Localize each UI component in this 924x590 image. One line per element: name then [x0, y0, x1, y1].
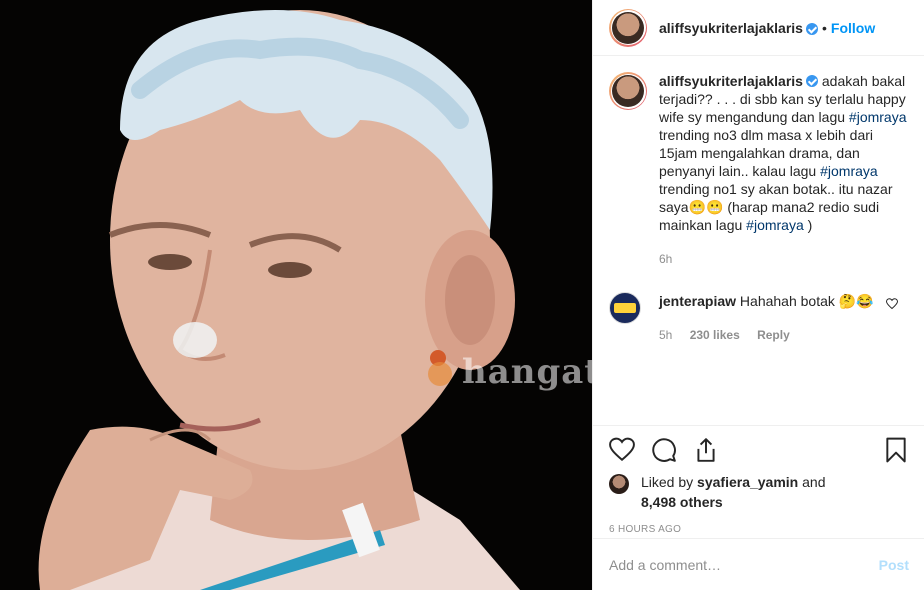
separator-dot: •	[821, 19, 827, 36]
commenter-avatar[interactable]	[609, 292, 641, 324]
post-image	[38, 10, 520, 590]
hashtag-link[interactable]: #jomraya	[849, 109, 907, 125]
caption: aliffsyukriterlajaklaris adakah bakal te…	[609, 72, 908, 268]
verified-badge-icon	[805, 22, 818, 35]
likes-summary: Liked by syafiera_yamin and 8,498 others	[609, 472, 909, 512]
post-comment-button[interactable]: Post	[879, 557, 909, 573]
caption-time[interactable]: 6h	[659, 252, 672, 266]
likes-text: Liked by syafiera_yamin and 8,498 others	[641, 472, 825, 512]
watermark-logo-icon	[428, 362, 452, 386]
comment-input[interactable]	[609, 556, 879, 573]
caption-part: )	[803, 217, 813, 233]
caption-avatar[interactable]	[609, 72, 647, 110]
likes-others[interactable]: 8,498 others	[641, 494, 723, 510]
comment-text: Hahahah botak 🤔😂	[739, 293, 874, 309]
author-username[interactable]: aliffsyukriterlajaklaris	[659, 20, 803, 36]
post-timestamp[interactable]: 6 HOURS AGO	[609, 524, 909, 535]
likes-prefix: Liked by	[641, 474, 698, 490]
bookmark-icon[interactable]	[883, 437, 909, 463]
share-icon[interactable]	[693, 437, 719, 463]
reply-button[interactable]: Reply	[757, 328, 790, 342]
hashtag-link[interactable]: #jomraya	[820, 163, 878, 179]
action-icons	[609, 432, 909, 468]
caption-meta: 6h	[659, 250, 908, 268]
add-comment-bar: Post	[593, 538, 924, 590]
hashtag-link[interactable]: #jomraya	[746, 217, 804, 233]
author-avatar[interactable]	[609, 8, 647, 47]
follow-button[interactable]: Follow	[831, 20, 875, 36]
comment-like-heart-icon[interactable]	[886, 298, 898, 310]
verified-badge-icon	[805, 75, 818, 87]
comment-meta: 5h 230 likes Reply	[659, 326, 874, 344]
likes-middle: and	[798, 474, 826, 490]
caption-body: aliffsyukriterlajaklaris adakah bakal te…	[659, 72, 908, 268]
comment-body: jenterapiaw Hahahah botak 🤔😂 5h 230 like…	[659, 292, 874, 344]
caption-text: aliffsyukriterlajaklaris adakah bakal te…	[659, 72, 908, 234]
liker-avatar[interactable]	[609, 474, 629, 494]
post-sidebar: aliffsyukriterlajaklaris • Follow aliffs…	[592, 0, 924, 590]
heart-icon[interactable]	[609, 437, 635, 463]
comment-icon[interactable]	[651, 437, 677, 463]
post-photo[interactable]: hangat.c	[0, 0, 592, 590]
liker-username[interactable]: syafiera_yamin	[697, 474, 798, 490]
comments-section: aliffsyukriterlajaklaris adakah bakal te…	[593, 56, 924, 416]
comment-likes[interactable]: 230 likes	[690, 328, 740, 342]
commenter-username[interactable]: jenterapiaw	[659, 293, 736, 309]
watermark-text: hangat.c	[462, 352, 592, 392]
post-actions: Liked by syafiera_yamin and 8,498 others…	[593, 425, 924, 535]
post-header: aliffsyukriterlajaklaris • Follow	[593, 0, 924, 56]
comment-item: jenterapiaw Hahahah botak 🤔😂 5h 230 like…	[609, 292, 908, 344]
caption-username[interactable]: aliffsyukriterlajaklaris	[659, 73, 803, 89]
comment-time[interactable]: 5h	[659, 328, 672, 342]
